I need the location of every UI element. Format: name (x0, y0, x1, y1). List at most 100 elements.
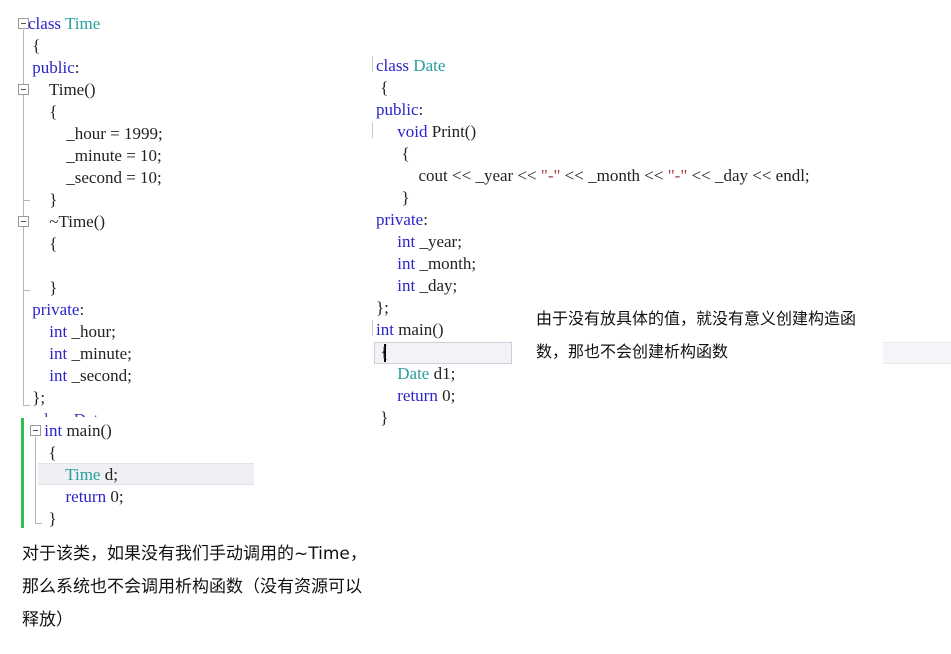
code-line[interactable]: int _hour; (28, 321, 116, 343)
code-token: class (28, 14, 62, 33)
code-token: _year; (415, 232, 462, 251)
code-line[interactable]: _second = 10; (28, 167, 162, 189)
code-line[interactable]: }; (376, 297, 389, 319)
code-token: _hour; (67, 322, 116, 341)
code-token: { (376, 342, 389, 361)
code-token: "-" (667, 166, 688, 185)
code-token: { (376, 78, 389, 97)
code-line[interactable]: { (28, 233, 57, 255)
code-token: : (418, 100, 424, 119)
code-line[interactable]: { (28, 101, 57, 123)
code-token: public (32, 58, 75, 77)
code-token: Date (397, 364, 430, 383)
code-token: { (40, 443, 57, 462)
code-line[interactable]: { (376, 77, 388, 99)
code-token: } (28, 190, 58, 209)
code-line[interactable]: return 0; (376, 385, 455, 407)
code-line[interactable]: class Time (28, 13, 100, 35)
code-token: int (49, 322, 68, 341)
code-token: _second = 10; (28, 168, 162, 187)
code-token: class (376, 56, 410, 75)
code-line[interactable]: } (376, 187, 410, 209)
code-token: 0; (106, 487, 124, 506)
code-token: d; (100, 465, 118, 484)
code-line[interactable]: public: (28, 57, 79, 79)
code-token: int (44, 421, 63, 440)
code-token: } (28, 278, 58, 297)
code-line[interactable]: Time d; (40, 464, 118, 486)
code-token: : (79, 300, 85, 319)
code-line[interactable]: public: (376, 99, 423, 121)
code-line[interactable]: Date d1; (376, 363, 455, 385)
code-token: int (397, 232, 416, 251)
code-line[interactable]: { (40, 442, 57, 464)
code-line[interactable]: }; (28, 387, 45, 409)
annotation-bottom-note-line-1: 对于该类，如果没有我们手动调用的~Time， (22, 544, 367, 564)
code-line[interactable]: private: (28, 299, 84, 321)
right-code-panel[interactable]: class Date { public: void Print() { cout… (368, 50, 951, 440)
code-token: << _day << endl; (687, 166, 810, 185)
code-line[interactable]: } (376, 407, 388, 429)
code-line[interactable]: { (376, 341, 388, 363)
current-line-highlight-extension (883, 342, 951, 364)
code-token: public (376, 100, 419, 119)
indent-guide-main (372, 320, 373, 336)
code-token: return (65, 487, 107, 506)
code-token: Time (65, 465, 101, 484)
code-token: int (376, 320, 394, 339)
code-line[interactable]: int main() (40, 420, 112, 442)
code-line[interactable]: } (28, 189, 57, 211)
code-token: _day; (415, 276, 458, 295)
code-token: << _month << (560, 166, 668, 185)
code-line[interactable]: cout << _year << "-" << _month << "-" <<… (376, 165, 810, 187)
annotation-bottom-note-line-3: 释放） (22, 610, 73, 630)
indent-guide-line-4 (372, 122, 373, 138)
code-line[interactable]: int _minute; (28, 343, 132, 365)
code-line[interactable]: private: (376, 209, 428, 231)
code-line[interactable]: int _day; (376, 275, 457, 297)
code-line[interactable]: { (376, 143, 410, 165)
code-token: _minute; (67, 344, 132, 363)
current-line-highlight (374, 342, 512, 364)
code-line[interactable]: int _year; (376, 231, 462, 253)
code-token: ~Time() (28, 212, 106, 231)
code-line[interactable]: { (28, 35, 40, 57)
code-line[interactable]: } (28, 277, 57, 299)
code-token: { (376, 144, 410, 163)
code-line[interactable]: class Date (376, 55, 445, 77)
code-token: { (28, 36, 41, 55)
code-token: _hour = 1999; (28, 124, 163, 143)
code-token: main() (62, 421, 112, 440)
code-line[interactable]: _minute = 10; (28, 145, 162, 167)
code-token: : (423, 210, 428, 229)
indent-guide-line-1 (372, 56, 373, 72)
code-token: }; (28, 388, 46, 407)
code-token: cout << _year << (376, 166, 541, 185)
code-token: _month; (415, 254, 477, 273)
code-line[interactable]: void Print() (376, 121, 476, 143)
code-line[interactable]: int main() (376, 319, 444, 341)
code-line[interactable]: _hour = 1999; (28, 123, 163, 145)
code-token: Time (65, 14, 101, 33)
code-line[interactable]: return 0; (40, 486, 124, 508)
code-line[interactable]: int _month; (376, 253, 476, 275)
screenshot-root: class Time { public: Time() { _hour = 19… (0, 0, 951, 654)
fold-guide-main (35, 437, 36, 523)
code-line[interactable]: Time() (28, 79, 96, 101)
code-line[interactable]: ~Time() (28, 211, 105, 233)
code-line[interactable]: } (40, 508, 57, 530)
code-line[interactable]: int _second; (28, 365, 132, 387)
code-token: private (376, 210, 424, 229)
code-token: int (49, 344, 68, 363)
left-code-panel[interactable]: class Time { public: Time() { _hour = 19… (0, 0, 360, 540)
code-token: "-" (540, 166, 561, 185)
code-token: int (397, 254, 416, 273)
code-token: 0; (437, 386, 456, 405)
code-token: } (376, 408, 389, 427)
